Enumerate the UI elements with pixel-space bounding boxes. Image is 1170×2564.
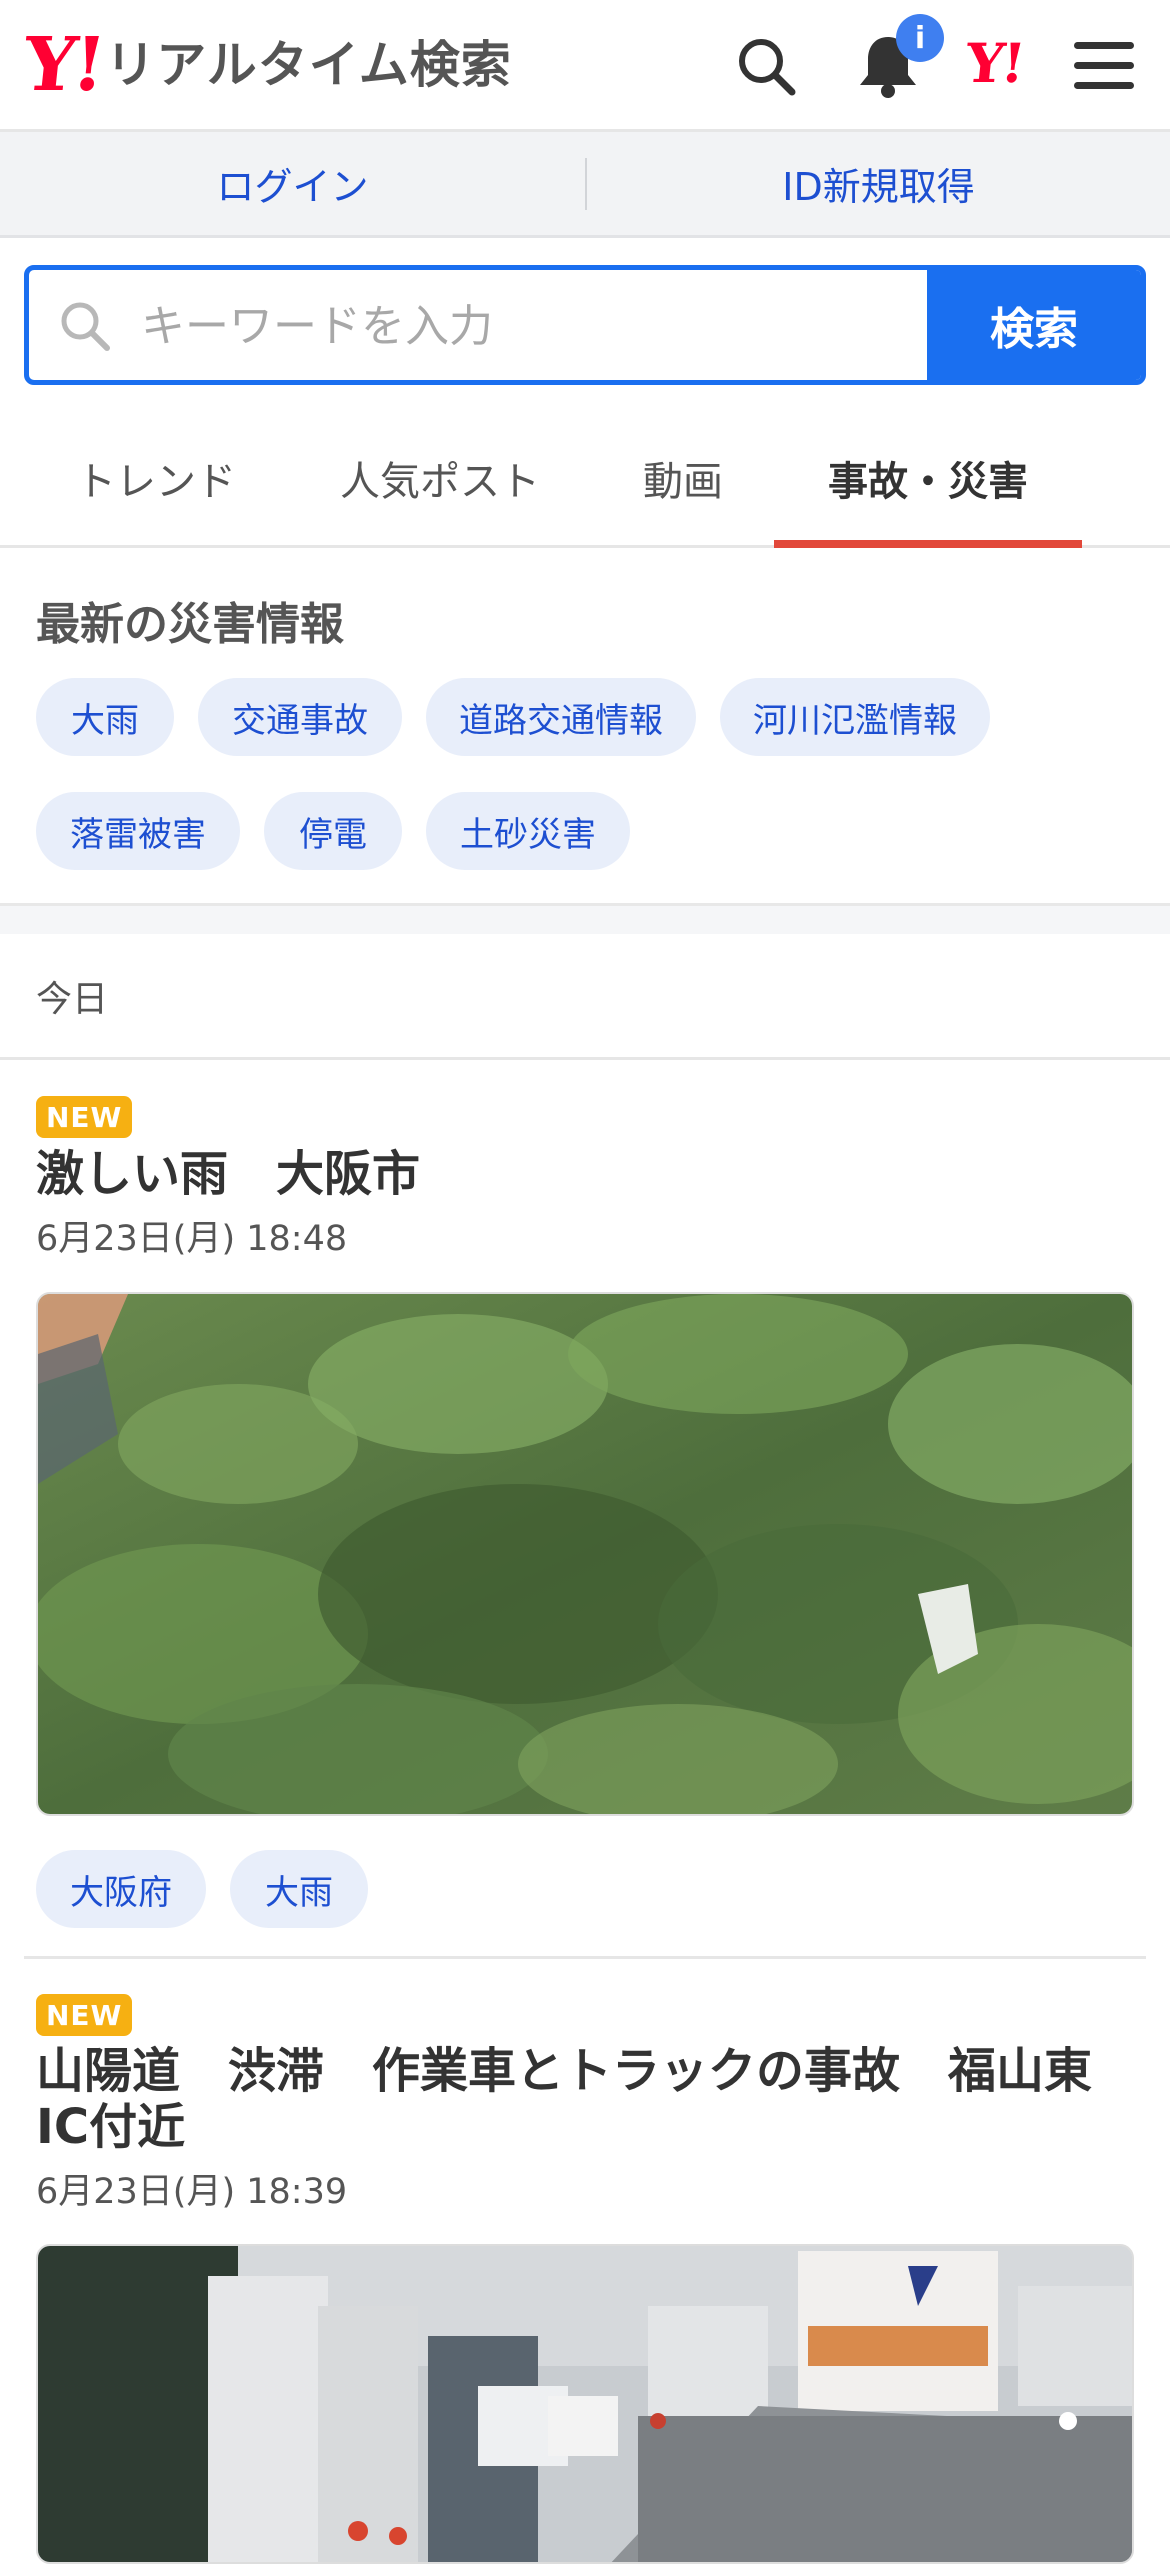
menu-icon[interactable] <box>1066 28 1142 104</box>
tab-accidents-disasters[interactable]: 事故・災害 <box>774 410 1082 548</box>
disaster-chip-lightning[interactable]: 落雷被害 <box>36 792 240 870</box>
new-badge: NEW <box>36 1994 133 2036</box>
tab-popular-posts[interactable]: 人気ポスト <box>314 410 566 545</box>
article-title[interactable]: 山陽道 渋滞 作業車とトラックの事故 福山東IC付近 <box>36 2043 1136 2155</box>
auth-bar: ログイン ID新規取得 <box>0 132 1170 238</box>
notification-badge[interactable]: i <box>896 14 944 62</box>
tab-trend[interactable]: トレンド <box>40 410 272 545</box>
day-label: 今日 <box>36 979 109 1020</box>
disaster-chip-river-flood[interactable]: 河川氾濫情報 <box>720 678 990 756</box>
section-title: 最新の災害情報 <box>36 599 344 650</box>
logo-mark: Y! <box>19 22 106 108</box>
signup-link[interactable]: ID新規取得 <box>587 132 1170 235</box>
new-badge: NEW <box>36 1096 133 1138</box>
article-date: 6月23日(月) 18:39 <box>36 2172 348 2212</box>
disaster-chip-heavy-rain[interactable]: 大雨 <box>36 678 174 756</box>
article-title[interactable]: 激しい雨 大阪市 <box>36 1146 1136 1202</box>
disaster-chip-landslide[interactable]: 土砂災害 <box>426 792 630 870</box>
disaster-chip-power-outage[interactable]: 停電 <box>264 792 402 870</box>
article-image[interactable] <box>36 1292 1134 1816</box>
article-card[interactable]: NEW 山陽道 渋滞 作業車とトラックの事故 福山東IC付近 6月23日(月) … <box>0 1959 1170 2564</box>
search-input[interactable] <box>139 270 943 380</box>
disaster-chip-traffic-accident[interactable]: 交通事故 <box>198 678 402 756</box>
yahoo-realtime-logo[interactable]: Y! リアルタイム検索 <box>19 22 512 108</box>
disaster-info-section: 最新の災害情報 大雨 交通事故 道路交通情報 河川氾濫情報 落雷被害 停電 土砂… <box>0 548 1170 906</box>
search-icon[interactable] <box>728 28 804 104</box>
category-tabs: トレンド 人気ポスト 動画 事故・災害 <box>0 410 1170 548</box>
login-link[interactable]: ログイン <box>0 132 585 235</box>
app-header: Y! リアルタイム検索 i Y! <box>0 0 1170 132</box>
section-gap <box>0 906 1170 934</box>
yahoo-y-icon[interactable]: Y! <box>963 31 1026 95</box>
search-field-icon <box>57 298 111 356</box>
tab-video[interactable]: 動画 <box>612 410 754 545</box>
search-box: 検索 <box>24 265 1146 385</box>
article-image[interactable] <box>36 2244 1134 2564</box>
search-button[interactable]: 検索 <box>927 270 1141 380</box>
article-tag-heavy-rain[interactable]: 大雨 <box>230 1850 368 1928</box>
disaster-chip-road-traffic[interactable]: 道路交通情報 <box>426 678 696 756</box>
article-date: 6月23日(月) 18:48 <box>36 1219 348 1259</box>
day-header: 今日 <box>0 934 1170 1060</box>
logo-text: リアルタイム検索 <box>105 36 512 94</box>
article-tag-osaka[interactable]: 大阪府 <box>36 1850 206 1928</box>
article-card[interactable]: NEW 激しい雨 大阪市 6月23日(月) 18:48 大阪府 大雨 <box>0 1060 1170 1956</box>
